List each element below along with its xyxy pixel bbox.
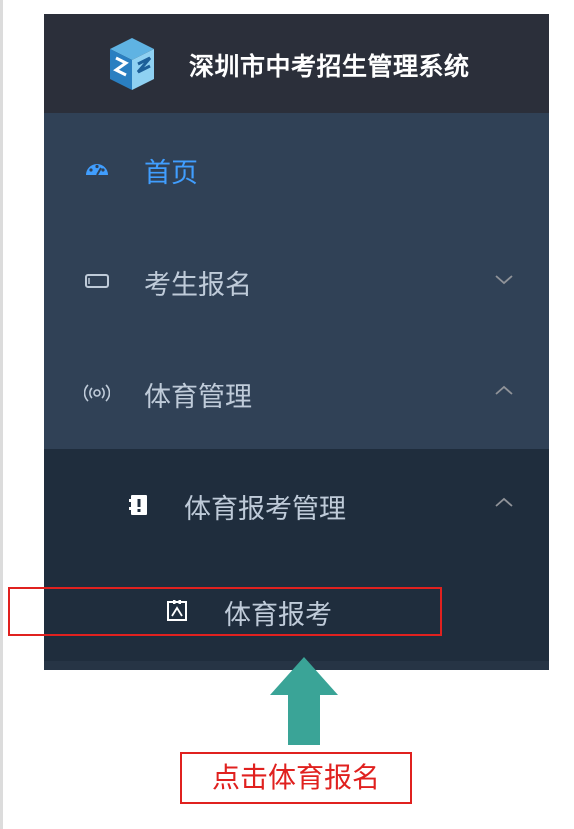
menu-label-sports-registration-management: 体育报考管理 xyxy=(184,494,346,525)
rectangle-icon xyxy=(85,274,109,288)
page: 深圳市中考招生管理系统 首页 考生报名 体育管理 体育报考管理 体育报考 点击体… xyxy=(0,0,574,829)
menu-item-home[interactable]: 首页 xyxy=(44,113,549,225)
menu-label-sports-management: 体育管理 xyxy=(144,382,252,413)
menu-label-registration: 考生报名 xyxy=(144,270,252,301)
submenu-sports: 体育报考管理 体育报考 xyxy=(44,449,549,670)
chevron-down-icon xyxy=(495,275,513,285)
callout-label: 点击体育报名 xyxy=(180,752,412,804)
left-divider xyxy=(0,0,3,829)
broadcast-icon xyxy=(84,384,110,402)
chevron-up-icon xyxy=(495,497,513,507)
menu-item-sports-management[interactable]: 体育管理 xyxy=(44,337,549,449)
menu-item-sports-registration-management[interactable]: 体育报考管理 xyxy=(44,449,549,561)
chevron-up-icon xyxy=(495,385,513,395)
menu-label-home: 首页 xyxy=(144,158,198,189)
highlight-box xyxy=(8,587,442,636)
dashboard-icon xyxy=(86,164,108,176)
menu-item-registration[interactable]: 考生报名 xyxy=(44,225,549,337)
cube-stack-logo-icon xyxy=(110,38,154,90)
sidebar: 深圳市中考招生管理系统 首页 考生报名 体育管理 体育报考管理 体育报考 xyxy=(44,14,549,670)
exclamation-box-icon xyxy=(129,495,147,515)
up-arrow-icon xyxy=(270,657,338,745)
sidebar-header[interactable]: 深圳市中考招生管理系统 xyxy=(44,14,549,113)
app-title: 深圳市中考招生管理系统 xyxy=(189,52,470,81)
